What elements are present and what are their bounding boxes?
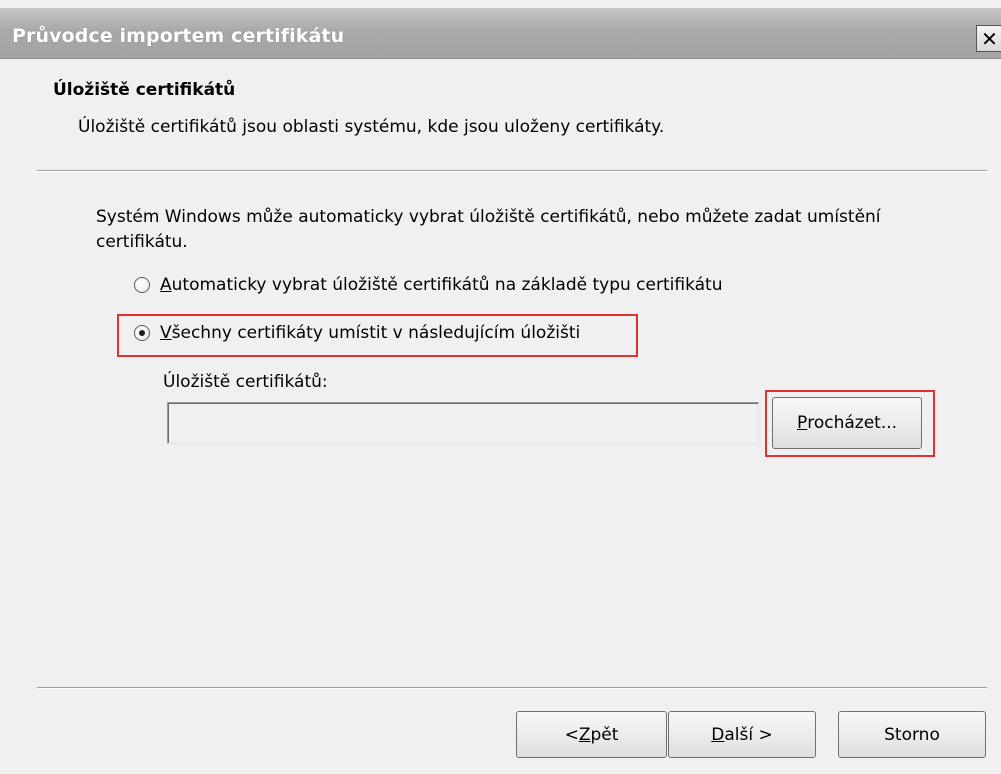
page-description: Úložiště certifikátů jsou oblasti systém… <box>78 117 665 137</box>
radio-auto-select-store[interactable]: Automaticky vybrat úložiště certifikátů … <box>134 275 722 295</box>
back-mnemonic: Z <box>578 724 591 745</box>
certificate-store-label: Úložiště certifikátů: <box>163 372 328 392</box>
title-bar[interactable]: Průvodce importem certifikátu ✕ <box>0 8 1001 59</box>
back-label-rest: pět <box>590 724 619 745</box>
browse-mnemonic: P <box>796 413 808 433</box>
window-title: Průvodce importem certifikátu <box>12 25 345 47</box>
close-button[interactable]: ✕ <box>976 25 1001 52</box>
radio-place-in-store[interactable]: Všechny certifikáty umístit v následujíc… <box>134 323 580 343</box>
next-mnemonic: D <box>711 724 725 745</box>
back-prefix: < <box>564 724 579 745</box>
certificate-import-wizard-window: Průvodce importem certifikátu ✕ Úložiště… <box>0 0 1001 774</box>
radio-manual-mnemonic: V <box>160 323 172 343</box>
radio-place-in-store-button[interactable] <box>134 325 150 341</box>
browse-label-rest: rocházet... <box>807 413 898 433</box>
back-button[interactable]: < Zpět <box>516 711 667 758</box>
certificate-store-field[interactable] <box>167 402 759 444</box>
browse-button[interactable]: Procházet... <box>772 397 922 449</box>
radio-auto-select-store-button[interactable] <box>134 277 150 293</box>
radio-auto-mnemonic: A <box>160 275 172 295</box>
cancel-button[interactable]: Storno <box>838 711 986 758</box>
close-icon: ✕ <box>981 26 998 51</box>
radio-place-in-store-label: Všechny certifikáty umístit v následujíc… <box>160 323 580 343</box>
header-divider <box>37 170 987 172</box>
radio-auto-select-store-label: Automaticky vybrat úložiště certifikátů … <box>160 275 722 295</box>
intro-text: Systém Windows může automaticky vybrat ú… <box>96 207 881 252</box>
next-button[interactable]: Další > <box>668 711 816 758</box>
next-label-rest: alší > <box>724 724 773 745</box>
cancel-label: Storno <box>884 724 940 745</box>
radio-manual-label-rest: šechny certifikáty umístit v následující… <box>171 323 581 343</box>
wizard-header <box>0 59 1001 169</box>
footer-divider <box>37 687 987 689</box>
page-title: Úložiště certifikátů <box>53 80 236 100</box>
radio-auto-label-rest: utomaticky vybrat úložiště certifikátů n… <box>171 275 723 295</box>
